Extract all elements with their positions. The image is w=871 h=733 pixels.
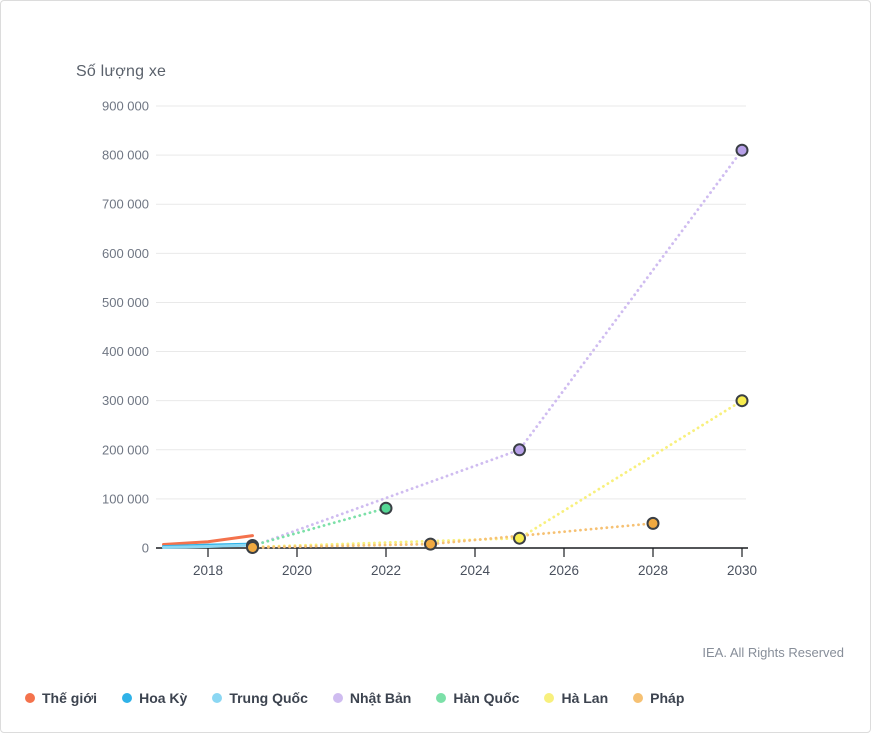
y-tick-label: 100 000: [102, 491, 149, 506]
legend-item[interactable]: Pháp: [633, 690, 684, 706]
legend-item[interactable]: Hoa Kỳ: [122, 690, 187, 706]
legend-label: Pháp: [650, 690, 684, 706]
legend-dot-icon: [436, 693, 446, 703]
data-point-marker[interactable]: [648, 518, 659, 529]
legend-item[interactable]: Nhật Bản: [333, 690, 411, 706]
legend-item[interactable]: Hà Lan: [544, 690, 608, 706]
x-tick-label: 2018: [193, 563, 223, 578]
data-point-marker[interactable]: [514, 533, 525, 544]
legend-label: Hàn Quốc: [453, 690, 519, 706]
y-tick-label: 600 000: [102, 246, 149, 261]
data-point-marker[interactable]: [381, 503, 392, 514]
x-tick-label: 2030: [727, 563, 757, 578]
series-line: [253, 150, 743, 546]
y-tick-label: 800 000: [102, 148, 149, 163]
legend-dot-icon: [212, 693, 222, 703]
legend-item[interactable]: Trung Quốc: [212, 690, 308, 706]
series-line: [253, 508, 387, 545]
y-tick-label: 200 000: [102, 442, 149, 457]
line-chart-plot: 0 100 000 200 000 300 000 400 000 500 000 600 …: [1, 1, 871, 733]
y-tick-label: 0: [142, 541, 149, 556]
legend-label: Trung Quốc: [229, 690, 308, 706]
y-tick-label: 400 000: [102, 344, 149, 359]
x-tick-label: 2024: [460, 563, 491, 578]
copyright-text: IEA. All Rights Reserved: [702, 645, 844, 660]
data-point-marker[interactable]: [425, 539, 436, 550]
legend-dot-icon: [333, 693, 343, 703]
x-tick-label: 2026: [549, 563, 579, 578]
series-line: [253, 401, 743, 547]
legend-label: Thế giới: [42, 690, 97, 706]
series-line: [253, 523, 654, 547]
chart-card: Số lượng xe 0100 000200 000300 000400 00…: [0, 0, 871, 733]
x-tick-label: 2028: [638, 563, 668, 578]
chart-legend: Thế giới Hoa Kỳ Trung Quốc Nhật Bản Hàn Quốc…: [25, 690, 860, 706]
x-tick-label: 2022: [371, 563, 401, 578]
legend-dot-icon: [25, 693, 35, 703]
y-tick-label: 300 000: [102, 393, 149, 408]
legend-label: Hà Lan: [561, 690, 608, 706]
legend-dot-icon: [633, 693, 643, 703]
y-tick-label: 700 000: [102, 197, 149, 212]
legend-item[interactable]: Hàn Quốc: [436, 690, 519, 706]
legend-label: Nhật Bản: [350, 690, 411, 706]
legend-label: Hoa Kỳ: [139, 690, 187, 706]
legend-dot-icon: [122, 693, 132, 703]
legend-dot-icon: [544, 693, 554, 703]
y-tick-label: 900 000: [102, 99, 149, 114]
data-point-marker[interactable]: [514, 444, 525, 455]
data-point-marker[interactable]: [247, 542, 258, 553]
x-tick-label: 2020: [282, 563, 312, 578]
legend-item[interactable]: Thế giới: [25, 690, 97, 706]
data-point-marker[interactable]: [737, 145, 748, 156]
y-tick-label: 500 000: [102, 295, 149, 310]
data-point-marker[interactable]: [737, 395, 748, 406]
